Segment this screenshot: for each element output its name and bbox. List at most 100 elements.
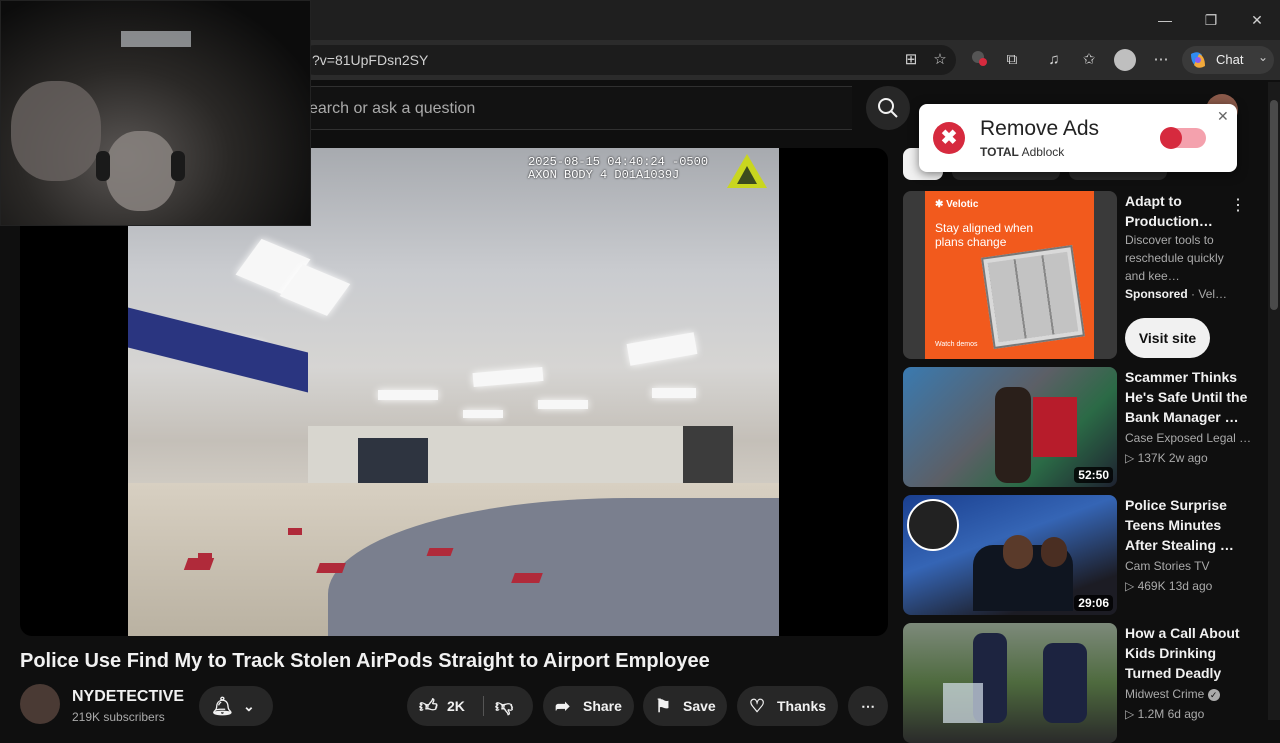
video-stats-text: 469K 13d ago bbox=[1137, 579, 1213, 593]
thumbs-up-icon: 👍︎ bbox=[419, 696, 438, 716]
ad-title[interactable]: Adapt to Production… bbox=[1125, 191, 1229, 231]
share-button[interactable]: ➦ Share bbox=[543, 686, 634, 726]
bodycam-timestamp: 2025-08-15 04:40:24 -0500 AXON BODY 4 D0… bbox=[528, 156, 708, 182]
ad-thumb-headline: Stay aligned when plans change bbox=[935, 221, 1034, 249]
recommended-video[interactable]: 29:06 Police Surprise Teens Minutes Afte… bbox=[903, 495, 1253, 615]
video-thumbnail[interactable]: 29:06 bbox=[903, 495, 1117, 615]
search-icon bbox=[878, 98, 898, 118]
dislike-button[interactable]: 👎︎ bbox=[489, 686, 533, 726]
timestamp-line-2: AXON BODY 4 D01A1039J bbox=[528, 168, 680, 182]
chat-label: Chat bbox=[1216, 52, 1244, 67]
webcam-overlay bbox=[0, 0, 311, 226]
recommended-video[interactable]: 52:50 Scammer Thinks He's Safe Until the… bbox=[903, 367, 1253, 487]
axon-logo-icon bbox=[727, 154, 767, 188]
brand-bold: TOTAL bbox=[980, 145, 1019, 159]
favorites-icon[interactable]: ✩ bbox=[1078, 49, 1100, 71]
video-stats: ▷ 469K 13d ago bbox=[1125, 577, 1212, 595]
views-icon: ▷ bbox=[1125, 579, 1138, 593]
advertiser-name: · Vel… bbox=[1191, 287, 1228, 301]
ad-thumb-footer: Watch demos bbox=[935, 341, 978, 348]
total-adblock-logo-icon: ✖ bbox=[933, 122, 965, 154]
video-thumbnail[interactable] bbox=[903, 623, 1117, 743]
chat-button[interactable]: Chat ⌄ bbox=[1182, 46, 1274, 74]
video-stats-text: 137K 2w ago bbox=[1137, 451, 1208, 465]
share-icon: ➦ bbox=[555, 696, 571, 716]
search-placeholder: earch or ask a question bbox=[309, 100, 476, 117]
page-scrollbar[interactable] bbox=[1268, 82, 1280, 720]
thumbs-down-icon: 👎︎ bbox=[495, 696, 514, 716]
ad-description: Discover tools to reschedule quickly and… bbox=[1125, 233, 1224, 283]
search-button[interactable] bbox=[866, 86, 910, 130]
heart-dollar-icon: ♡ bbox=[749, 696, 766, 716]
channel-name[interactable]: NYDETECTIVE bbox=[72, 688, 184, 706]
video-title[interactable]: How a Call About Kids Drinking Turned De… bbox=[1125, 623, 1249, 683]
channel-name-text: Midwest Crime bbox=[1125, 687, 1205, 701]
views-icon: ▷ bbox=[1125, 707, 1138, 721]
channel-name[interactable]: Case Exposed Legal … bbox=[1125, 429, 1251, 447]
video-stats: ▷ 1.2M 6d ago bbox=[1125, 705, 1204, 723]
search-input[interactable]: earch or ask a question bbox=[290, 86, 852, 130]
favorite-star-icon[interactable]: ☆ bbox=[929, 49, 951, 71]
remove-ads-toggle[interactable] bbox=[1160, 127, 1206, 149]
duration-badge: 52:50 bbox=[1074, 467, 1113, 483]
video-stats: ▷ 137K 2w ago bbox=[1125, 449, 1208, 467]
thanks-label: Thanks bbox=[777, 698, 827, 714]
copilot-icon bbox=[1191, 52, 1205, 68]
like-dislike-group: 👍︎ 2K 👎︎ bbox=[407, 686, 533, 726]
chevron-down-icon: ⌄ bbox=[243, 698, 255, 714]
save-button[interactable]: ⚑ Save bbox=[643, 686, 727, 726]
divider bbox=[483, 696, 484, 716]
restore-icon[interactable]: ❐ bbox=[1199, 8, 1223, 32]
video-title[interactable]: Scammer Thinks He's Safe Until the Bank … bbox=[1125, 367, 1249, 427]
save-label: Save bbox=[683, 698, 716, 714]
more-options-icon[interactable]: ⋯ bbox=[1150, 49, 1172, 71]
channel-avatar[interactable] bbox=[20, 684, 60, 724]
media-control-icon[interactable]: ♫ bbox=[1043, 49, 1065, 71]
url-text: ?v=81UpFDsn2SY bbox=[312, 52, 429, 68]
adblock-extension-icon[interactable] bbox=[968, 49, 990, 71]
scrollbar-thumb[interactable] bbox=[1270, 100, 1278, 310]
video-stats-text: 1.2M 6d ago bbox=[1137, 707, 1205, 721]
toggle-knob bbox=[1160, 127, 1182, 149]
video-title[interactable]: Police Surprise Teens Minutes After Stea… bbox=[1125, 495, 1249, 555]
close-icon[interactable]: ✕ bbox=[1245, 8, 1269, 32]
rubiks-cube-image bbox=[981, 245, 1085, 349]
popup-brand: TOTAL Adblock bbox=[980, 145, 1064, 159]
verified-icon: ✓ bbox=[1207, 688, 1220, 701]
ad-sponsor-line: Sponsored · Vel… bbox=[1125, 285, 1249, 303]
sponsored-ad-card[interactable]: ✱ Velotic Stay aligned when plans change… bbox=[903, 191, 1253, 359]
ad-thumbnail[interactable]: ✱ Velotic Stay aligned when plans change… bbox=[903, 191, 1117, 359]
brand-rest: Adblock bbox=[1018, 145, 1065, 159]
profile-avatar-icon[interactable] bbox=[1114, 49, 1136, 71]
more-actions-button[interactable]: ⋯ bbox=[848, 686, 888, 726]
visit-site-button[interactable]: Visit site bbox=[1125, 318, 1210, 358]
split-screen-icon[interactable]: ⊞ bbox=[900, 49, 922, 71]
more-horizontal-icon: ⋯ bbox=[861, 698, 875, 714]
adblock-extension-glyph bbox=[972, 51, 987, 66]
views-icon: ▷ bbox=[1125, 451, 1138, 465]
minimize-icon[interactable]: — bbox=[1153, 8, 1177, 32]
subscriber-count: 219K subscribers bbox=[72, 710, 165, 724]
share-label: Share bbox=[583, 698, 622, 714]
chevron-down-icon: ⌄ bbox=[1258, 50, 1269, 64]
notification-bell-button[interactable]: 🔔︎ ⌄ bbox=[199, 686, 273, 726]
more-vertical-icon[interactable]: ⋮ bbox=[1230, 195, 1246, 215]
video-thumbnail[interactable]: 52:50 bbox=[903, 367, 1117, 487]
thanks-button[interactable]: ♡ Thanks bbox=[737, 686, 838, 726]
sponsored-label: Sponsored bbox=[1125, 287, 1188, 301]
extensions-icon[interactable]: ⧉ bbox=[1001, 49, 1023, 71]
address-bar[interactable]: ?v=81UpFDsn2SY bbox=[300, 45, 956, 75]
remove-ads-popup: ✖ Remove Ads TOTAL Adblock ✕ bbox=[919, 104, 1237, 172]
channel-name[interactable]: Midwest Crime ✓ bbox=[1125, 685, 1220, 703]
channel-name[interactable]: Cam Stories TV bbox=[1125, 557, 1209, 575]
bell-icon: 🔔︎ bbox=[211, 696, 234, 716]
video-title: Police Use Find My to Track Stolen AirPo… bbox=[20, 650, 710, 672]
recommended-video[interactable]: How a Call About Kids Drinking Turned De… bbox=[903, 623, 1253, 743]
like-count: 2K bbox=[447, 698, 465, 714]
like-button[interactable]: 👍︎ 2K bbox=[407, 686, 483, 726]
close-icon[interactable]: ✕ bbox=[1217, 108, 1229, 125]
bookmark-icon: ⚑ bbox=[655, 696, 672, 716]
ad-thumb-brand: ✱ Velotic bbox=[935, 199, 979, 210]
duration-badge: 29:06 bbox=[1074, 595, 1113, 611]
popup-title: Remove Ads bbox=[980, 117, 1100, 140]
